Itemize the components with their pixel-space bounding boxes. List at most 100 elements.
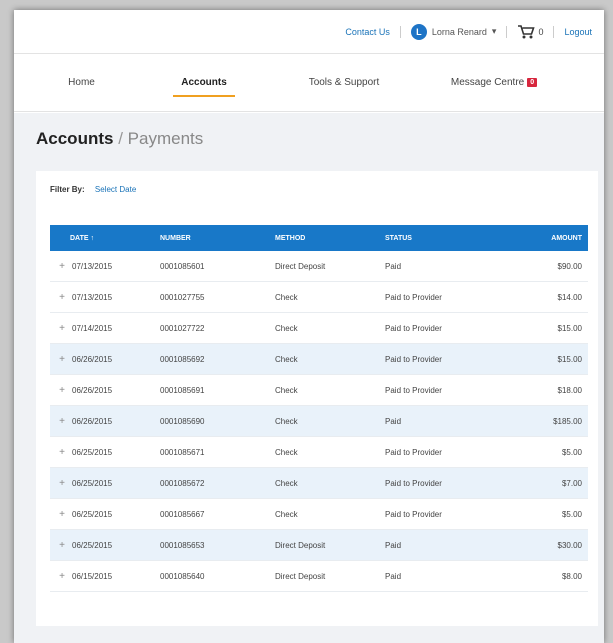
table-row[interactable]: +06/25/2015 0001085671 Check Paid to Pro… [50,437,588,468]
row-date: 06/25/2015 [72,478,113,488]
row-date: 06/26/2015 [72,385,113,395]
row-amount: $90.00 [557,261,582,271]
row-amount: $30.00 [557,540,582,550]
row-status: Paid to Provider [385,323,442,333]
row-number: 0001027722 [160,323,205,333]
row-number: 0001085671 [160,447,205,457]
page-title-sub: Payments [127,129,204,148]
row-status: Paid to Provider [385,354,442,364]
chevron-down-icon: ▾ [491,26,497,36]
row-number: 0001085691 [160,385,205,395]
cart-button[interactable]: 0 [517,24,543,40]
message-count-badge: 0 [527,78,538,87]
header-date[interactable]: DATE ↑ [50,235,160,242]
header-status[interactable]: STATUS [385,235,535,242]
expand-icon[interactable]: + [58,416,66,427]
header-number[interactable]: NUMBER [160,235,275,242]
table-header: DATE ↑ NUMBER METHOD STATUS AMOUNT [50,225,588,251]
expand-icon[interactable]: + [58,509,66,520]
row-date: 07/13/2015 [72,261,113,271]
row-method: Check [275,478,298,488]
row-status: Paid to Provider [385,447,442,457]
filter-label: Filter By: [50,185,85,194]
table-row[interactable]: +06/25/2015 0001085653 Direct Deposit Pa… [50,530,588,561]
row-method: Direct Deposit [275,261,326,271]
expand-icon[interactable]: + [58,447,66,458]
table-row[interactable]: +06/15/2015 0001085640 Direct Deposit Pa… [50,561,588,592]
row-number: 0001085653 [160,540,205,550]
row-status: Paid [385,416,402,426]
payments-table: DATE ↑ NUMBER METHOD STATUS AMOUNT +07/1… [50,225,588,592]
row-amount: $5.00 [561,509,582,519]
nav-message-centre[interactable]: Message Centre 0 [429,54,559,111]
row-date: 06/26/2015 [72,416,113,426]
row-number: 0001085692 [160,354,205,364]
table-row[interactable]: +06/25/2015 0001085672 Check Paid to Pro… [50,468,588,499]
nav-message-centre-label: Message Centre [450,77,525,88]
utility-bar: Contact Us L Lorna Renard ▾ 0 Logout [14,10,604,54]
row-method: Check [275,416,298,426]
row-amount: $15.00 [557,323,582,333]
user-name: Lorna Renard [431,26,487,37]
header-amount[interactable]: AMOUNT [535,235,588,242]
divider [506,25,508,38]
nav-tools-support[interactable]: Tools & Support [259,54,429,111]
expand-icon[interactable]: + [58,292,66,303]
nav-accounts[interactable]: Accounts [149,54,259,111]
nav-home-label: Home [68,77,95,88]
contact-us-link[interactable]: Contact Us [345,27,390,37]
row-number: 0001085640 [160,571,205,581]
row-number: 0001027755 [160,292,205,302]
page-title-main: Accounts [36,129,114,148]
row-amount: $7.00 [561,478,582,488]
row-date: 06/25/2015 [72,509,113,519]
row-method: Direct Deposit [275,571,326,581]
divider [553,25,555,38]
table-row[interactable]: +06/26/2015 0001085692 Check Paid to Pro… [50,344,588,375]
expand-icon[interactable]: + [58,261,66,272]
filter-bar: Filter By: Select Date [50,185,136,194]
row-method: Check [275,323,298,333]
main-content: Accounts / Payments Filter By: Select Da… [14,113,604,643]
page-title: Accounts / Payments [36,129,203,149]
row-status: Paid to Provider [385,509,442,519]
row-method: Check [275,447,298,457]
row-status: Paid [385,540,402,550]
row-method: Check [275,292,298,302]
logout-link[interactable]: Logout [564,27,592,37]
expand-icon[interactable]: + [58,540,66,551]
header-method[interactable]: METHOD [275,235,385,242]
divider [399,25,401,38]
nav-accounts-label: Accounts [181,77,227,88]
expand-icon[interactable]: + [58,478,66,489]
row-date: 06/26/2015 [72,354,113,364]
user-avatar-icon: L [410,23,427,40]
payments-card: Filter By: Select Date DATE ↑ NUMBER MET… [36,171,598,626]
row-amount: $185.00 [553,416,582,426]
table-row[interactable]: +06/26/2015 0001085690 Check Paid $185.0… [50,406,588,437]
cart-icon [518,24,536,38]
table-row[interactable]: +07/14/2015 0001027722 Check Paid to Pro… [50,313,588,344]
title-separator: / [118,129,123,148]
table-row[interactable]: +06/25/2015 0001085667 Check Paid to Pro… [50,499,588,530]
table-row[interactable]: +06/26/2015 0001085691 Check Paid to Pro… [50,375,588,406]
expand-icon[interactable]: + [58,385,66,396]
row-amount: $14.00 [557,292,582,302]
nav-tools-support-label: Tools & Support [308,77,380,88]
expand-icon[interactable]: + [58,354,66,365]
cart-count: 0 [538,26,544,37]
table-row[interactable]: +07/13/2015 0001085601 Direct Deposit Pa… [50,251,588,282]
row-method: Direct Deposit [275,540,326,550]
nav-home[interactable]: Home [14,54,149,111]
table-row[interactable]: +07/13/2015 0001027755 Check Paid to Pro… [50,282,588,313]
user-menu[interactable]: L Lorna Renard ▾ [410,23,497,40]
row-date: 07/13/2015 [72,292,113,302]
row-date: 07/14/2015 [72,323,113,333]
row-status: Paid to Provider [385,478,442,488]
row-date: 06/25/2015 [72,540,113,550]
select-date-link[interactable]: Select Date [95,185,136,194]
row-number: 0001085672 [160,478,205,488]
expand-icon[interactable]: + [58,323,66,334]
row-method: Check [275,385,298,395]
expand-icon[interactable]: + [58,571,66,582]
